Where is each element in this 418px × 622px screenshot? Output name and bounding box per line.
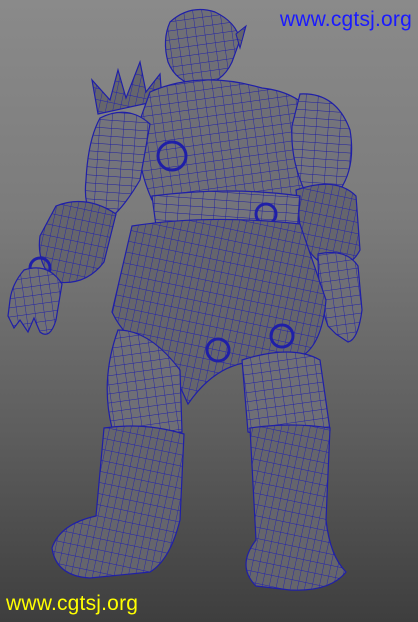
right-thigh-mesh: [241, 351, 331, 437]
watermark-top: www.cgtsj.org: [279, 8, 412, 31]
left-boot-mesh: [51, 425, 185, 579]
watermark-bottom: www.cgtsj.org: [6, 592, 139, 615]
right-arm-mesh: [291, 93, 353, 195]
head-mesh: [164, 9, 241, 87]
orc-warrior-wireframe-mesh[interactable]: [0, 0, 418, 622]
right-boot-mesh: [245, 424, 347, 591]
left-hand-mesh: [7, 267, 63, 335]
3d-viewport[interactable]: www.cgtsj.org www.cgtsj.org: [0, 0, 418, 622]
